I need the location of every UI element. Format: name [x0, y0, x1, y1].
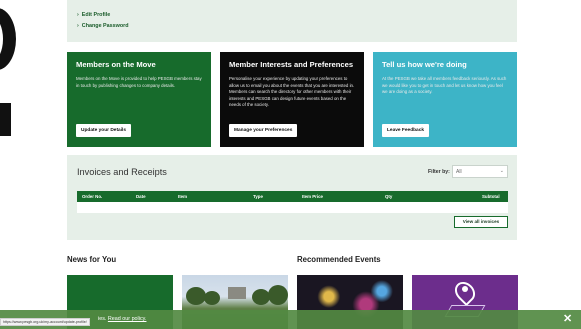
filter-label: Filter by: — [428, 169, 450, 175]
change-password-link[interactable]: › Change Password — [77, 23, 129, 29]
close-icon[interactable]: ✕ — [563, 313, 572, 325]
feedback-card: Tell us how we're doing At the PESGB we … — [373, 52, 517, 147]
tree-shape — [268, 285, 288, 305]
card-body: At the PESGB we take all members feedbac… — [382, 76, 507, 95]
status-bar-url: https://www.pesgb.org.uk/my-account/upda… — [0, 318, 90, 326]
decorative-ring-shape — [0, 8, 16, 70]
card-body: Personalise your experience by updating … — [229, 76, 355, 108]
chevron-down-icon: ⌄ — [499, 168, 504, 174]
invoices-table-header: Order No. Date Item Type Item Price Qty … — [77, 191, 508, 202]
location-pin-icon — [450, 277, 480, 307]
view-all-invoices-button[interactable]: View all invoices — [454, 216, 508, 228]
leave-feedback-button[interactable]: Leave Feedback — [382, 124, 430, 137]
chevron-right-icon: › — [77, 12, 79, 18]
column-header-order-no: Order No. — [82, 194, 103, 199]
cookie-policy-link[interactable]: Read our policy. — [108, 316, 147, 322]
tree-shape — [204, 291, 220, 305]
update-details-button[interactable]: Update your Details — [76, 124, 132, 137]
decorative-block-shape — [0, 103, 11, 136]
column-header-date: Date — [136, 194, 146, 199]
news-section-title: News for You — [67, 255, 117, 264]
change-password-label: Change Password — [81, 23, 129, 29]
invoices-table-body — [77, 202, 508, 213]
manage-preferences-button[interactable]: Manage your Preferences — [229, 124, 298, 137]
location-pin-dot — [462, 286, 468, 292]
account-page: › Edit Profile › Change Password Members o… — [0, 0, 581, 329]
column-header-item: Item — [178, 194, 188, 199]
column-header-type: Type — [253, 194, 263, 199]
edit-profile-label: Edit Profile — [81, 12, 111, 18]
tree-shape — [186, 287, 206, 305]
card-title: Members on the Move — [76, 60, 156, 69]
column-header-item-price: Item Price — [302, 194, 323, 199]
chevron-right-icon: › — [77, 23, 79, 29]
filter-select-value: All — [456, 169, 462, 175]
members-on-the-move-card: Members on the Move Members on the Move … — [67, 52, 211, 147]
cookie-message-text: ies. — [98, 316, 107, 322]
events-section-title: Recommended Events — [297, 255, 381, 264]
column-header-subtotal: Subtotal — [482, 194, 500, 199]
invoices-panel: Invoices and Receipts Filter by: All ⌄ O… — [67, 155, 517, 240]
card-title: Member Interests and Preferences — [229, 60, 354, 69]
building-shape — [228, 287, 246, 299]
edit-profile-link[interactable]: › Edit Profile — [77, 12, 110, 18]
column-header-qty: Qty — [385, 194, 393, 199]
cookie-message: ies. Read our policy. — [98, 316, 146, 322]
filter-select[interactable]: All ⌄ — [452, 165, 508, 178]
member-interests-card: Member Interests and Preferences Persona… — [220, 52, 364, 147]
card-body: Members on the Move is provided to help … — [76, 76, 202, 88]
invoices-title: Invoices and Receipts — [77, 167, 167, 177]
profile-links-panel: › Edit Profile › Change Password — [67, 0, 517, 42]
card-title: Tell us how we're doing — [382, 60, 467, 69]
